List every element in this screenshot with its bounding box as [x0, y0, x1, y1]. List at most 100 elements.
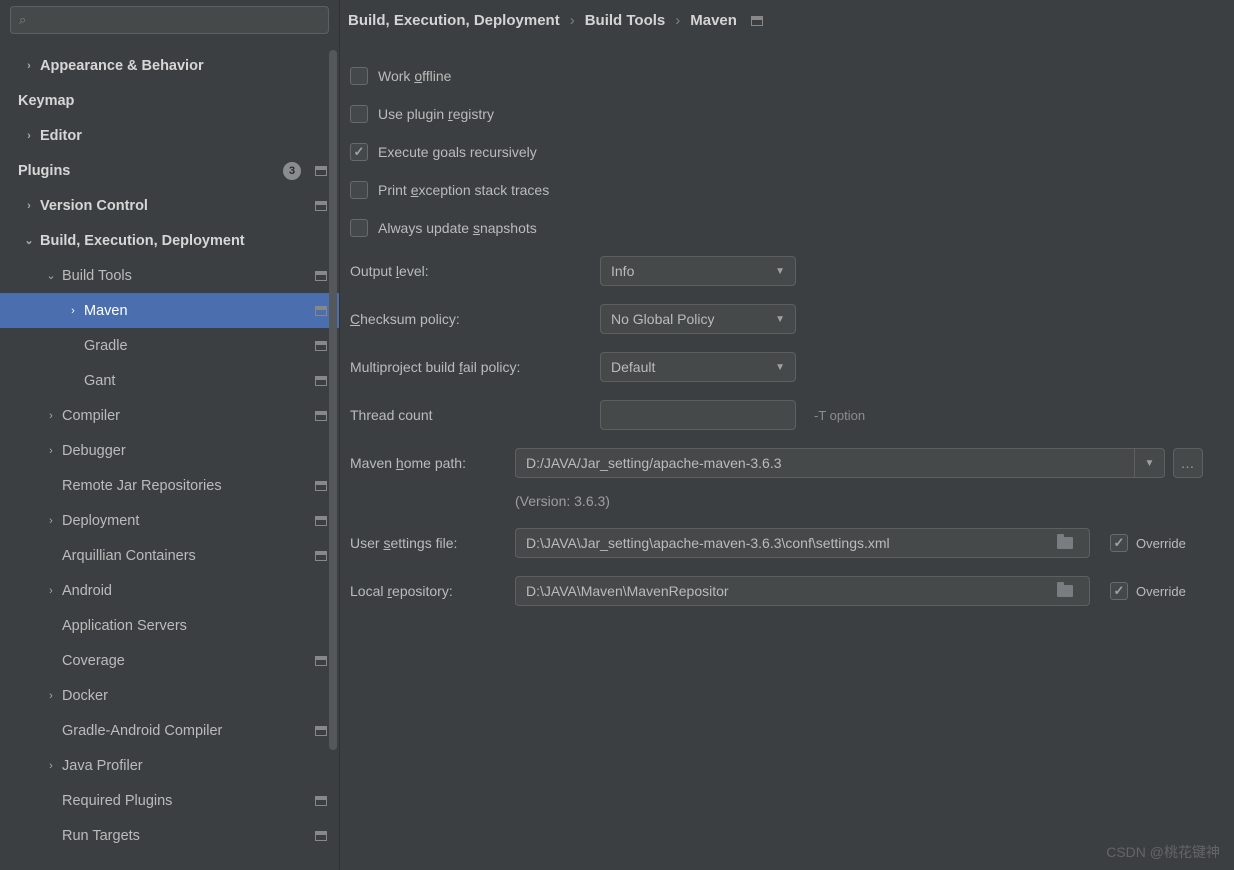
tree-item-maven[interactable]: ›Maven — [0, 293, 339, 328]
maven-home-input[interactable]: D:/JAVA/Jar_setting/apache-maven-3.6.3 — [515, 448, 1135, 478]
tree-item-label: Editor — [40, 128, 327, 144]
breadcrumb-seg-3[interactable]: Maven — [690, 12, 737, 29]
tree-item-label: Plugins — [18, 163, 283, 179]
settings-tree: ›Appearance & BehaviorKeymap›EditorPlugi… — [0, 42, 339, 870]
tree-item-coverage[interactable]: Coverage — [0, 643, 339, 678]
update-snapshots-checkbox[interactable] — [350, 219, 368, 237]
tree-item-label: Remote Jar Repositories — [62, 478, 309, 494]
tree-arrow-icon: › — [18, 200, 40, 212]
chevron-down-icon: ▼ — [775, 314, 785, 325]
tree-item-java-profiler[interactable]: ›Java Profiler — [0, 748, 339, 783]
user-settings-input[interactable]: D:\JAVA\Jar_setting\apache-maven-3.6.3\c… — [515, 528, 1090, 558]
tree-item-plugins[interactable]: Plugins3 — [0, 153, 339, 188]
tree-item-gradle-android-compiler[interactable]: Gradle-Android Compiler — [0, 713, 339, 748]
chevron-down-icon: ▼ — [1145, 458, 1155, 469]
tree-item-required-plugins[interactable]: Required Plugins — [0, 783, 339, 818]
tree-item-label: Debugger — [62, 443, 327, 459]
tree-arrow-icon: ⌄ — [18, 234, 40, 247]
plugin-registry-checkbox[interactable] — [350, 105, 368, 123]
project-scope-icon — [315, 656, 327, 666]
tree-item-label: Application Servers — [62, 618, 327, 634]
fail-policy-label: Multiproject build fail policy: — [350, 359, 600, 375]
tree-item-arquillian-containers[interactable]: Arquillian Containers — [0, 538, 339, 573]
user-settings-label: User settings file: — [350, 535, 515, 551]
override-label: Override — [1136, 536, 1186, 551]
project-scope-icon — [751, 16, 763, 26]
folder-icon[interactable] — [1057, 585, 1073, 597]
checksum-policy-label: Checksum policy: — [350, 311, 600, 327]
tree-item-label: Gant — [84, 373, 309, 389]
tree-item-docker[interactable]: ›Docker — [0, 678, 339, 713]
badge: 3 — [283, 162, 301, 180]
maven-settings-form: Work offline Use plugin registry Execute… — [340, 39, 1234, 615]
local-repo-input[interactable]: D:\JAVA\Maven\MavenRepositor — [515, 576, 1090, 606]
tree-arrow-icon: › — [18, 60, 40, 72]
checksum-policy-select[interactable]: No Global Policy▼ — [600, 304, 796, 334]
project-scope-icon — [315, 201, 327, 211]
tree-item-remote-jar-repositories[interactable]: Remote Jar Repositories — [0, 468, 339, 503]
thread-count-label: Thread count — [350, 407, 600, 423]
tree-item-gant[interactable]: Gant — [0, 363, 339, 398]
tree-item-label: Coverage — [62, 653, 309, 669]
project-scope-icon — [315, 411, 327, 421]
project-scope-icon — [315, 831, 327, 841]
main-panel: Build, Execution, Deployment › Build Too… — [340, 0, 1234, 870]
work-offline-label: Work offline — [378, 68, 451, 84]
tree-item-compiler[interactable]: ›Compiler — [0, 398, 339, 433]
breadcrumb-seg-1[interactable]: Build, Execution, Deployment — [348, 12, 560, 29]
tree-item-label: Java Profiler — [62, 758, 327, 774]
search-icon: ⌕ — [19, 12, 26, 28]
project-scope-icon — [315, 551, 327, 561]
output-level-label: Output level: — [350, 263, 600, 279]
override-label: Override — [1136, 584, 1186, 599]
thread-count-input[interactable] — [600, 400, 796, 430]
tree-item-deployment[interactable]: ›Deployment — [0, 503, 339, 538]
tree-arrow-icon: › — [40, 585, 62, 597]
tree-item-label: Keymap — [18, 93, 327, 109]
tree-item-appearance-behavior[interactable]: ›Appearance & Behavior — [0, 48, 339, 83]
folder-icon[interactable] — [1057, 537, 1073, 549]
maven-home-dropdown[interactable]: ▼ — [1135, 448, 1165, 478]
tree-item-application-servers[interactable]: Application Servers — [0, 608, 339, 643]
search-input[interactable] — [32, 13, 320, 28]
tree-item-build-tools[interactable]: ⌄Build Tools — [0, 258, 339, 293]
maven-home-browse-button[interactable]: … — [1173, 448, 1203, 478]
tree-item-debugger[interactable]: ›Debugger — [0, 433, 339, 468]
search-input-container[interactable]: ⌕ — [10, 6, 329, 34]
tree-item-label: Build Tools — [62, 268, 309, 284]
tree-item-keymap[interactable]: Keymap — [0, 83, 339, 118]
fail-policy-select[interactable]: Default▼ — [600, 352, 796, 382]
work-offline-checkbox[interactable] — [350, 67, 368, 85]
tree-item-gradle[interactable]: Gradle — [0, 328, 339, 363]
plugin-registry-label: Use plugin registry — [378, 106, 494, 122]
project-scope-icon — [315, 306, 327, 316]
tree-item-build-execution-deployment[interactable]: ⌄Build, Execution, Deployment — [0, 223, 339, 258]
tree-arrow-icon: ⌄ — [40, 269, 62, 282]
tree-item-label: Required Plugins — [62, 793, 309, 809]
stack-traces-checkbox[interactable] — [350, 181, 368, 199]
execute-recursively-checkbox[interactable] — [350, 143, 368, 161]
breadcrumb: Build, Execution, Deployment › Build Too… — [340, 0, 1234, 39]
tree-item-editor[interactable]: ›Editor — [0, 118, 339, 153]
user-settings-override-checkbox[interactable] — [1110, 534, 1128, 552]
project-scope-icon — [315, 726, 327, 736]
local-repo-override-checkbox[interactable] — [1110, 582, 1128, 600]
tree-arrow-icon: › — [40, 690, 62, 702]
tree-item-version-control[interactable]: ›Version Control — [0, 188, 339, 223]
tree-item-label: Android — [62, 583, 327, 599]
execute-recursively-label: Execute goals recursively — [378, 144, 537, 160]
tree-item-label: Arquillian Containers — [62, 548, 309, 564]
tree-item-run-targets[interactable]: Run Targets — [0, 818, 339, 853]
sidebar-scrollbar[interactable] — [329, 50, 337, 860]
tree-item-label: Version Control — [40, 198, 309, 214]
thread-count-hint: -T option — [814, 408, 865, 423]
output-level-select[interactable]: Info▼ — [600, 256, 796, 286]
update-snapshots-label: Always update snapshots — [378, 220, 537, 236]
tree-item-android[interactable]: ›Android — [0, 573, 339, 608]
tree-arrow-icon: › — [18, 130, 40, 142]
chevron-right-icon: › — [570, 12, 575, 29]
tree-arrow-icon: › — [40, 410, 62, 422]
breadcrumb-seg-2[interactable]: Build Tools — [585, 12, 666, 29]
project-scope-icon — [315, 271, 327, 281]
settings-sidebar: ⌕ ›Appearance & BehaviorKeymap›EditorPlu… — [0, 0, 340, 870]
